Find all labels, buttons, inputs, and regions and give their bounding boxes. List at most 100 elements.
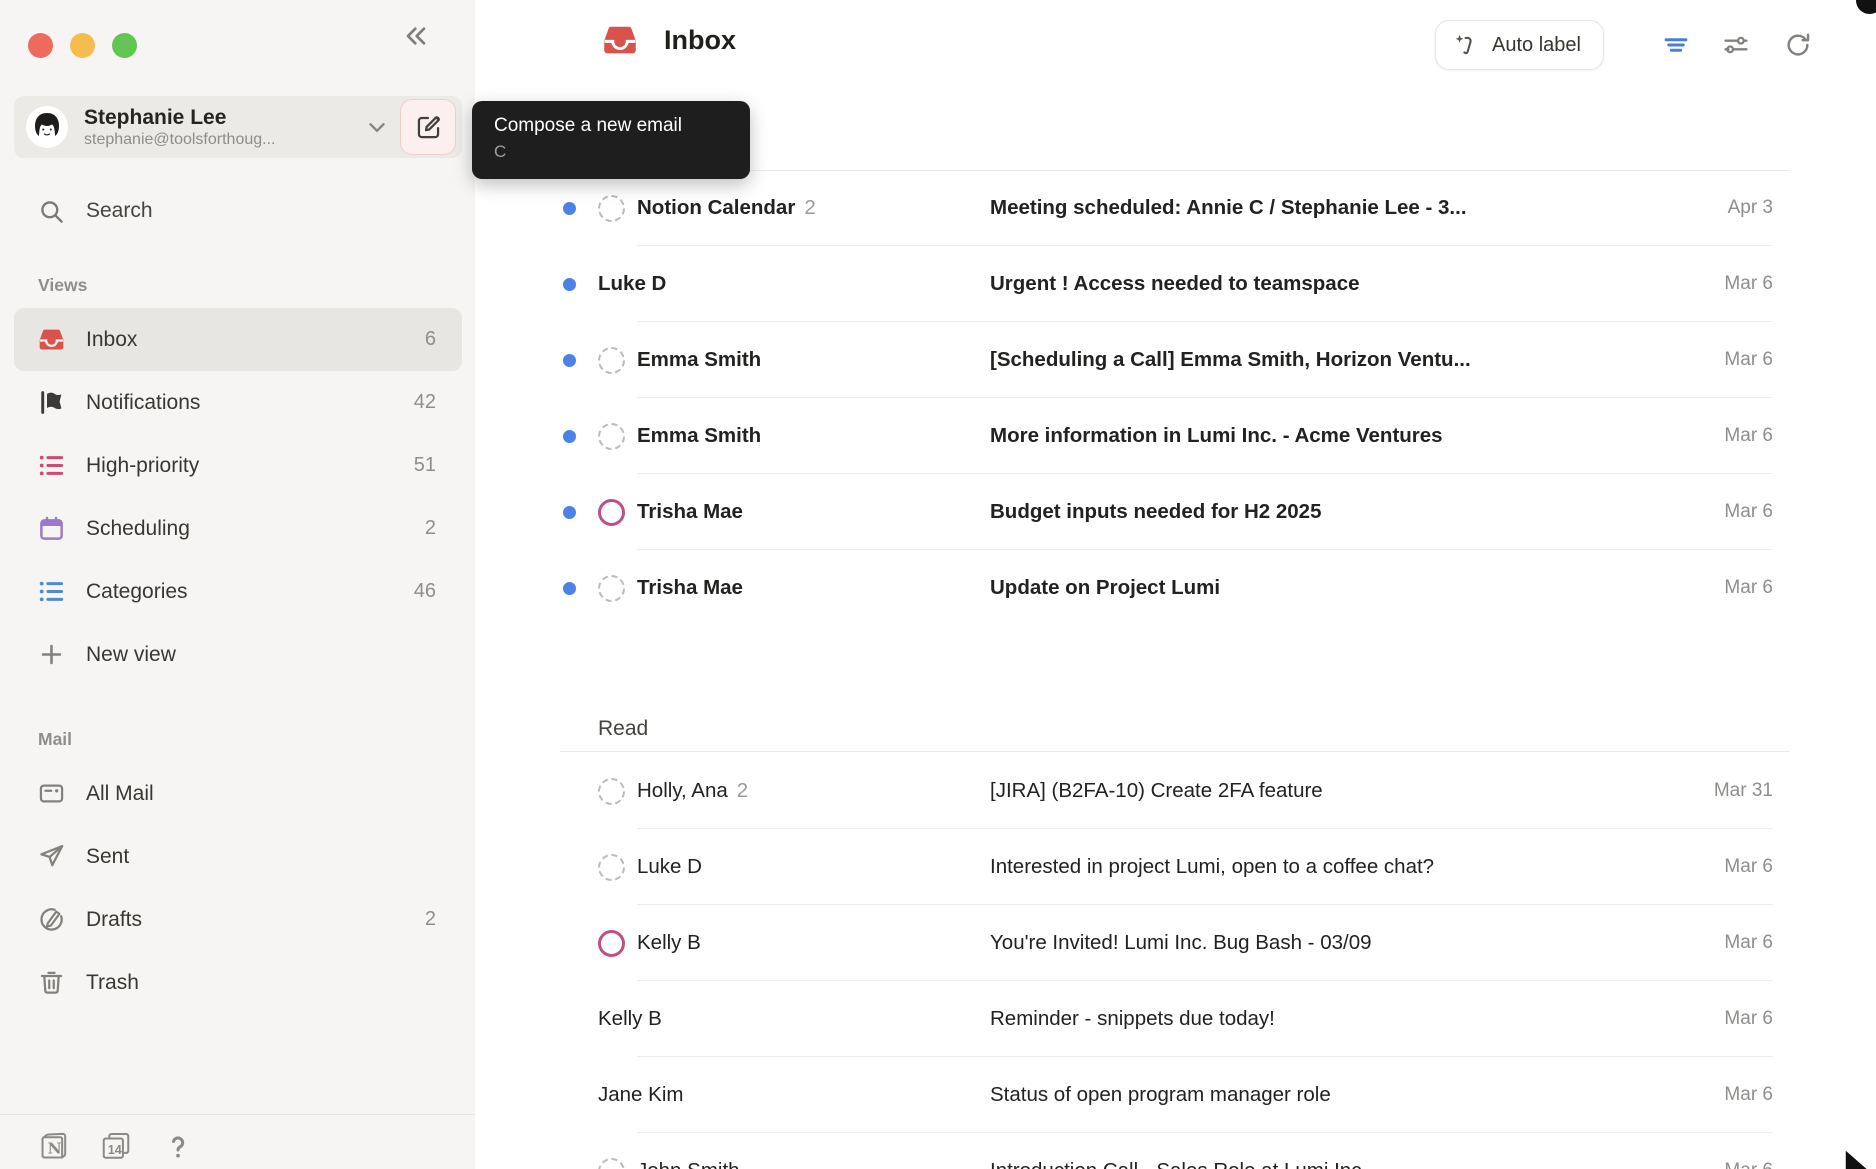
email-subject: Update on Project Lumi bbox=[990, 576, 1670, 600]
profile-meta: Stephanie Lee stephanie@toolsforthoug... bbox=[84, 105, 364, 148]
sidebar-item-sent[interactable]: Sent bbox=[14, 825, 462, 888]
avatar-circle bbox=[598, 423, 625, 450]
search-label: Search bbox=[86, 199, 153, 223]
email-subject: Reminder - snippets due today! bbox=[990, 1007, 1670, 1031]
mail-row[interactable]: Notion Calendar2Meeting scheduled: Annie… bbox=[560, 170, 1790, 246]
email-subject: Meeting scheduled: Annie C / Stephanie L… bbox=[990, 196, 1670, 220]
email-subject: More information in Lumi Inc. - Acme Ven… bbox=[990, 424, 1670, 448]
help-icon[interactable] bbox=[162, 1130, 194, 1162]
sender-name: Kelly B bbox=[598, 1007, 662, 1031]
mail-row[interactable]: Luke DUrgent ! Access needed to teamspac… bbox=[560, 246, 1790, 322]
compose-button[interactable] bbox=[400, 99, 456, 155]
avatar-circle bbox=[598, 195, 625, 222]
plus-icon bbox=[38, 641, 65, 668]
sidebar-item-label: All Mail bbox=[86, 782, 154, 806]
notion-mail-window: Stephanie Lee stephanie@toolsforthoug...… bbox=[0, 0, 1876, 1169]
avatar-circle bbox=[598, 347, 625, 374]
sidebar-item-scheduling[interactable]: Scheduling2 bbox=[14, 497, 462, 560]
mail-row[interactable]: Emma SmithMore information in Lumi Inc. … bbox=[560, 398, 1790, 474]
sender-name: Luke D bbox=[598, 272, 666, 296]
sidebar-item-label: Inbox bbox=[86, 328, 137, 352]
sidebar-item-high-priority[interactable]: High-priority 51 bbox=[14, 434, 462, 497]
sidebar-item-notifications[interactable]: Notifications42 bbox=[14, 371, 462, 434]
search-icon bbox=[38, 198, 65, 225]
sidebar-item-search[interactable]: Search bbox=[14, 186, 462, 236]
sender-name: Trisha Mae bbox=[637, 576, 743, 600]
read-section-header: Read bbox=[560, 704, 1790, 752]
avatar-circle bbox=[598, 499, 625, 526]
unread-dot-icon bbox=[560, 506, 598, 519]
notion-calendar-icon[interactable]: 14 bbox=[100, 1130, 132, 1162]
avatar-circle bbox=[598, 778, 625, 805]
unread-section: Notion Calendar2Meeting scheduled: Annie… bbox=[560, 170, 1790, 626]
sidebar-item-label: Trash bbox=[86, 971, 139, 995]
mail-row[interactable]: Trisha MaeBudget inputs needed for H2 20… bbox=[560, 474, 1790, 550]
sidebar-item-label: Drafts bbox=[86, 908, 142, 932]
email-subject: Introduction Call - Sales Role at Lumi I… bbox=[990, 1159, 1670, 1169]
avatar-circle bbox=[598, 930, 625, 957]
chevron-down-icon[interactable] bbox=[364, 114, 390, 140]
sidebar-item-label: High-priority bbox=[86, 454, 199, 478]
scheduling-icon bbox=[38, 515, 65, 542]
section-label-views: Views bbox=[14, 272, 462, 298]
email-date: Mar 6 bbox=[1724, 349, 1773, 371]
notion-app-icon[interactable]: N bbox=[38, 1130, 70, 1162]
email-date: Mar 6 bbox=[1724, 932, 1773, 954]
categories-icon bbox=[38, 578, 65, 605]
sidebar-item-inbox[interactable]: Inbox6 bbox=[14, 308, 462, 371]
mail-row[interactable]: Emma Smith [Scheduling a Call] Emma Smith… bbox=[560, 322, 1790, 398]
sidebar-item-all-mail[interactable]: All Mail bbox=[14, 762, 462, 825]
item-count: 51 bbox=[414, 454, 436, 477]
item-count: 2 bbox=[425, 908, 436, 931]
mail-row[interactable]: Holly, Ana2[JIRA] (B2FA-10) Create 2FA f… bbox=[560, 753, 1790, 829]
inbox-icon bbox=[38, 326, 65, 353]
item-count: 46 bbox=[414, 580, 436, 603]
sidebar-item-new-view[interactable]: New view bbox=[14, 623, 462, 686]
sidebar-item-label: Sent bbox=[86, 845, 129, 869]
mail-row[interactable]: Trisha MaeUpdate on Project LumiMar 6 bbox=[560, 550, 1790, 626]
sidebar-item-drafts[interactable]: Drafts 2 bbox=[14, 888, 462, 951]
trash-icon bbox=[38, 969, 65, 996]
mail-row[interactable]: Kelly BYou're Invited! Lumi Inc. Bug Bas… bbox=[560, 905, 1790, 981]
collapse-sidebar-button[interactable] bbox=[400, 20, 440, 60]
email-date: Mar 6 bbox=[1724, 273, 1773, 295]
sidebar-item-categories[interactable]: Categories 46 bbox=[14, 560, 462, 623]
email-date: Mar 6 bbox=[1724, 425, 1773, 447]
sender-name: Emma Smith bbox=[637, 348, 761, 372]
avatar-circle bbox=[598, 575, 625, 602]
sender-name: Trisha Mae bbox=[637, 500, 743, 524]
sidebar-item-label: Categories bbox=[86, 580, 188, 604]
profile-name: Stephanie Lee bbox=[84, 105, 364, 130]
svg-text:14: 14 bbox=[108, 1143, 122, 1157]
tooltip-title: Compose a new email bbox=[494, 114, 728, 139]
item-count: 2 bbox=[425, 517, 436, 540]
high-priority-icon bbox=[38, 452, 65, 479]
close-window-button[interactable] bbox=[28, 33, 53, 58]
unread-dot-icon bbox=[560, 354, 598, 367]
profile-email: stephanie@toolsforthoug... bbox=[84, 131, 364, 149]
read-section-label: Read bbox=[598, 717, 648, 741]
unread-dot-icon bbox=[560, 430, 598, 443]
email-date: Apr 3 bbox=[1728, 197, 1773, 219]
email-subject: Interested in project Lumi, open to a co… bbox=[990, 855, 1670, 879]
email-subject: [Scheduling a Call] Emma Smith, Horizon … bbox=[990, 348, 1670, 372]
mail-row[interactable]: Jane Kim Status of open program manager r… bbox=[560, 1057, 1790, 1133]
sent-icon bbox=[38, 843, 65, 870]
mail-row[interactable]: Luke DInterested in project Lumi, open t… bbox=[560, 829, 1790, 905]
svg-text:N: N bbox=[48, 1139, 62, 1157]
unread-dot-icon bbox=[560, 202, 598, 215]
email-subject: Status of open program manager role bbox=[990, 1083, 1670, 1107]
chevrons-left-icon bbox=[400, 20, 432, 52]
mail-row[interactable]: John SmithIntroduction Call - Sales Role… bbox=[560, 1133, 1790, 1169]
sender-name: Jane Kim bbox=[598, 1083, 683, 1107]
zoom-window-button[interactable] bbox=[112, 33, 137, 58]
sidebar-item-trash[interactable]: Trash bbox=[14, 951, 462, 1014]
drafts-icon bbox=[38, 906, 65, 933]
mail-row[interactable]: Kelly BReminder - snippets due today!Mar… bbox=[560, 981, 1790, 1057]
email-date: Mar 31 bbox=[1714, 780, 1773, 802]
section-label-mail: Mail bbox=[14, 726, 462, 752]
minimize-window-button[interactable] bbox=[70, 33, 95, 58]
avatar-circle bbox=[598, 1158, 625, 1169]
email-subject: You're Invited! Lumi Inc. Bug Bash - 03/… bbox=[990, 931, 1670, 955]
account-switcher[interactable]: Stephanie Lee stephanie@toolsforthoug... bbox=[14, 96, 462, 158]
